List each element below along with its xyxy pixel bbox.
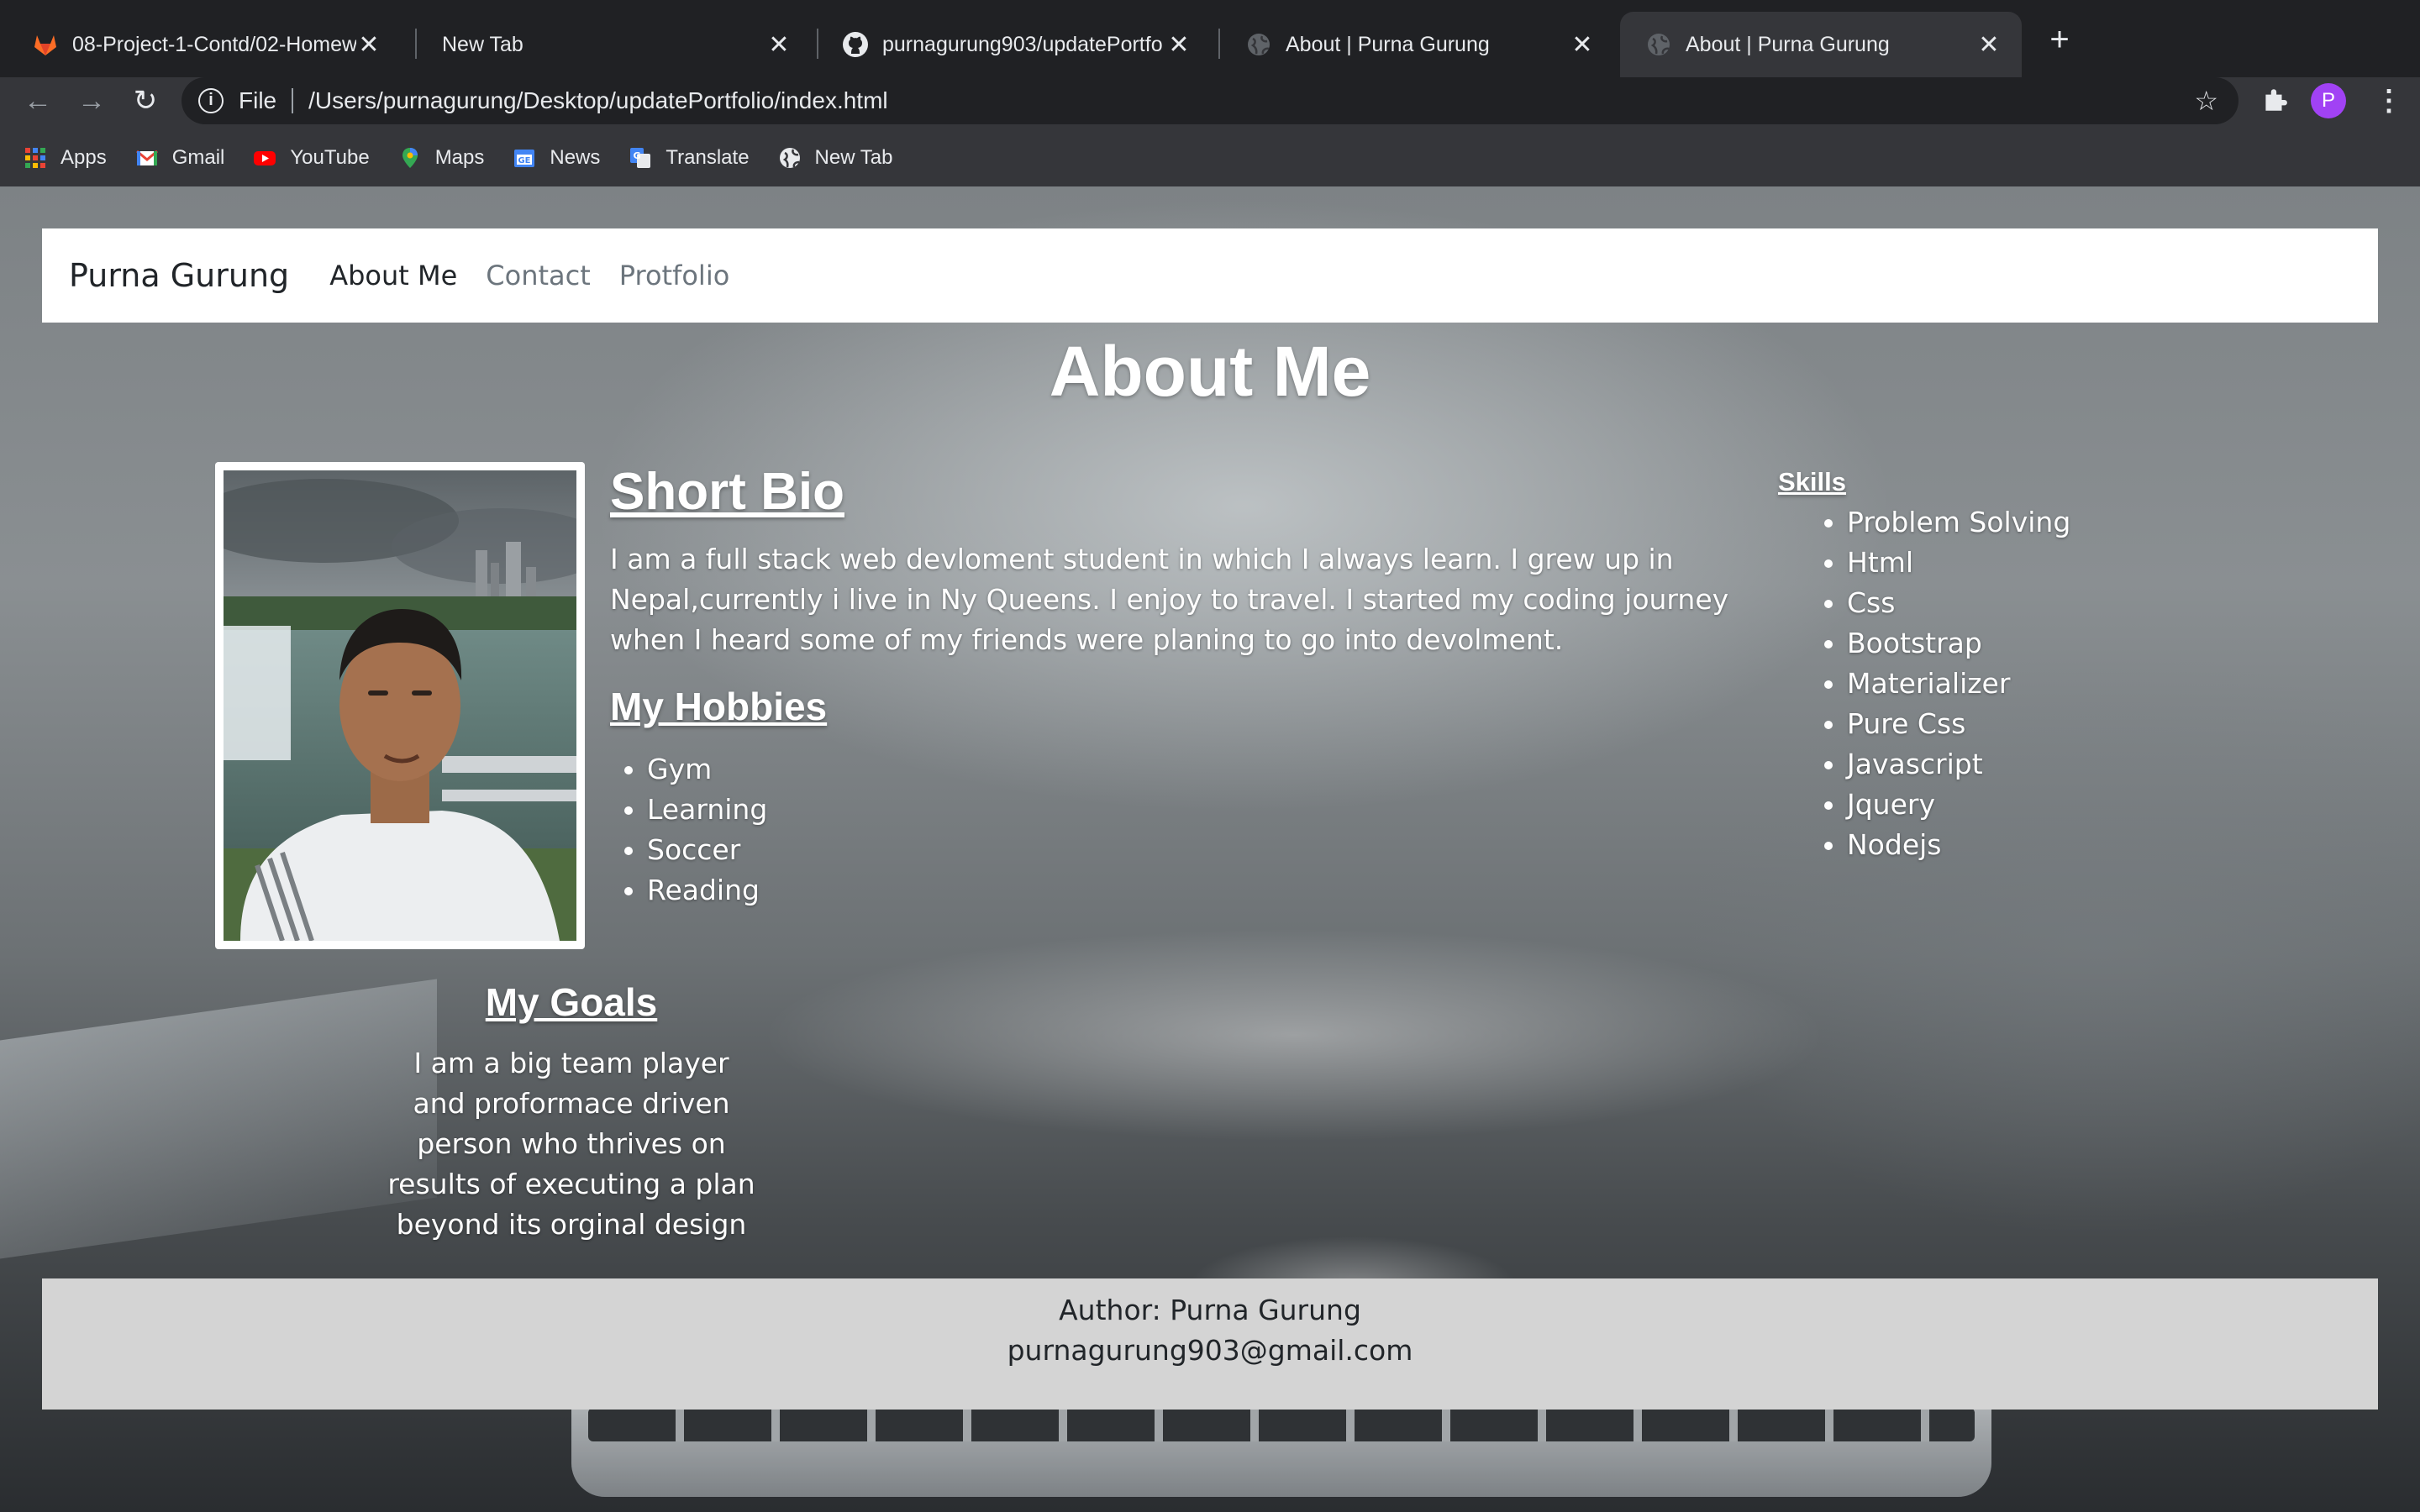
bookmark-new-tab[interactable]: New Tab	[778, 146, 893, 170]
reload-icon[interactable]: ↻	[124, 84, 166, 118]
skills-list: Problem Solving Html Css Bootstrap Mater…	[1810, 502, 2070, 865]
tab-title: New Tab	[442, 32, 523, 56]
bookmark-label: News	[550, 146, 601, 169]
list-item: Bootstrap	[1847, 623, 2070, 664]
address-bar[interactable]: i File /Users/purnagurung/Desktop/update…	[182, 77, 2238, 124]
new-tab-button[interactable]: +	[2042, 22, 2077, 57]
url-text[interactable]: /Users/purnagurung/Desktop/updatePortfol…	[308, 87, 888, 114]
goals-heading: My Goals	[485, 980, 658, 1024]
page-title: About Me	[1049, 332, 1371, 411]
list-item: Reading	[647, 870, 767, 911]
nav-link-contact[interactable]: Contact	[486, 260, 591, 291]
browser-tab[interactable]: 08-Project-1-Contd/02-Homew ✕	[7, 12, 402, 77]
more-menu-icon[interactable]: ⋮	[2375, 81, 2403, 121]
browser-tab[interactable]: About | Purna Gurung ✕	[1220, 12, 1615, 77]
bookmark-news[interactable]: GE News	[513, 146, 600, 170]
bookmarks-bar: Apps Gmail YouTube Maps GE News G Transl…	[0, 136, 922, 180]
extensions-puzzle-icon[interactable]	[2260, 86, 2289, 114]
page-viewport: Purna Gurung About Me Contact Protfolio …	[0, 186, 2420, 1512]
background-laptop-shape	[0, 979, 437, 1259]
list-item: Javascript	[1847, 744, 2070, 785]
footer-email[interactable]: purnagurung903@gmail.com	[42, 1331, 2378, 1371]
close-icon[interactable]: ✕	[766, 30, 792, 60]
background-keyboard-shape	[571, 1396, 1991, 1497]
svg-text:GE: GE	[518, 156, 531, 165]
maps-icon	[402, 148, 418, 168]
info-icon[interactable]: i	[198, 88, 224, 113]
list-item: Materializer	[1847, 664, 2070, 704]
bookmark-label: Translate	[666, 146, 750, 169]
translate-icon: G	[630, 148, 651, 168]
bookmark-label: Apps	[60, 146, 107, 169]
navbar-brand[interactable]: Purna Gurung	[69, 257, 289, 294]
profile-photo	[224, 470, 576, 941]
list-item: Jquery	[1847, 785, 2070, 825]
short-bio-text: I am a full stack web devloment student …	[610, 543, 1729, 656]
list-item: Nodejs	[1847, 825, 2070, 865]
youtube-icon	[254, 151, 276, 165]
bookmark-apps[interactable]: Apps	[24, 146, 107, 170]
globe-icon	[779, 148, 800, 168]
apps-grid-icon	[25, 148, 45, 168]
browser-tab-active[interactable]: About | Purna Gurung ✕	[1620, 12, 2022, 77]
bookmark-star-icon[interactable]: ☆	[2194, 85, 2218, 117]
bookmark-youtube[interactable]: YouTube	[253, 146, 370, 170]
gmail-icon	[135, 150, 158, 165]
list-item: Pure Css	[1847, 704, 2070, 744]
browser-tab[interactable]: New Tab ✕	[417, 12, 812, 77]
close-icon[interactable]: ✕	[1976, 30, 2002, 60]
list-item: Soccer	[647, 830, 767, 870]
close-icon[interactable]: ✕	[356, 30, 381, 60]
short-bio-heading: Short Bio	[610, 463, 844, 521]
tab-title: purnagurung903/updatePortfo	[882, 32, 1163, 56]
url-scheme: File	[239, 87, 277, 113]
footer-author: Author: Purna Gurung	[1059, 1294, 1361, 1326]
nav-link-portfolio[interactable]: Protfolio	[619, 260, 730, 291]
goals-text: I am a big team player and proformace dr…	[387, 1047, 755, 1241]
list-item: Learning	[647, 790, 767, 830]
bookmark-label: New Tab	[814, 146, 893, 169]
globe-icon	[1248, 34, 1270, 55]
profile-photo-frame	[215, 462, 585, 949]
news-icon: GE	[514, 150, 535, 167]
nav-link-about-me[interactable]: About Me	[329, 260, 457, 291]
site-navbar: Purna Gurung About Me Contact Protfolio	[42, 228, 2378, 323]
url-divider	[292, 88, 294, 113]
list-item: Html	[1847, 543, 2070, 583]
list-item: Problem Solving	[1847, 502, 2070, 543]
browser-tab[interactable]: purnagurung903/updatePortfo ✕	[817, 12, 1212, 77]
svg-text:G: G	[634, 150, 641, 161]
list-item: Css	[1847, 583, 2070, 623]
skills-heading: Skills	[1778, 467, 1846, 496]
globe-icon	[1648, 34, 1670, 55]
hobbies-list: Gym Learning Soccer Reading	[610, 749, 767, 911]
gitlab-icon	[34, 35, 56, 55]
tab-title: 08-Project-1-Contd/02-Homew	[72, 32, 356, 56]
bookmark-label: Maps	[434, 146, 485, 169]
bookmark-translate[interactable]: G Translate	[629, 146, 750, 170]
tab-title: About | Purna Gurung	[1686, 32, 1890, 56]
bookmark-gmail[interactable]: Gmail	[135, 146, 225, 170]
bookmark-label: YouTube	[290, 146, 370, 169]
bookmark-maps[interactable]: Maps	[398, 146, 485, 170]
close-icon[interactable]: ✕	[1570, 30, 1595, 60]
hobbies-heading: My Hobbies	[610, 685, 828, 728]
browser-tab-strip: 08-Project-1-Contd/02-Homew ✕ New Tab ✕ …	[0, 0, 2420, 77]
close-icon[interactable]: ✕	[1166, 30, 1192, 60]
profile-avatar[interactable]: P	[2311, 83, 2346, 118]
site-footer: Author: Purna Gurung purnagurung903@gmai…	[42, 1278, 2378, 1410]
tab-title: About | Purna Gurung	[1286, 32, 1490, 56]
forward-arrow-icon[interactable]: →	[71, 84, 113, 118]
list-item: Gym	[647, 749, 767, 790]
back-arrow-icon[interactable]: ←	[17, 84, 59, 118]
github-icon	[843, 32, 868, 57]
bookmark-label: Gmail	[171, 146, 225, 169]
